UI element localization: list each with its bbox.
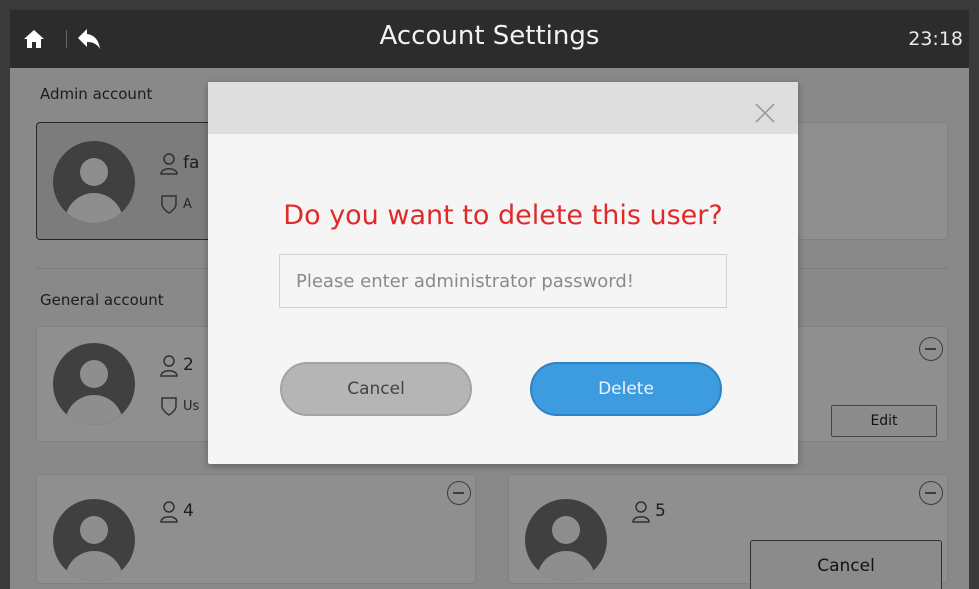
- delete-button[interactable]: Delete: [530, 362, 722, 416]
- dialog-cancel-button[interactable]: Cancel: [280, 362, 472, 416]
- dialog-question: Do you want to delete this user?: [283, 200, 723, 231]
- top-bar: Account Settings 23:18: [10, 10, 969, 68]
- delete-user-dialog: Do you want to delete this user? Cancel …: [208, 82, 798, 464]
- admin-password-input[interactable]: [279, 254, 727, 308]
- account-settings-screen: Account Settings 23:18 Admin account fa …: [10, 10, 969, 589]
- dialog-header: [208, 82, 798, 134]
- clock: 23:18: [908, 28, 963, 50]
- close-icon[interactable]: [754, 102, 776, 124]
- page-title: Account Settings: [379, 21, 600, 51]
